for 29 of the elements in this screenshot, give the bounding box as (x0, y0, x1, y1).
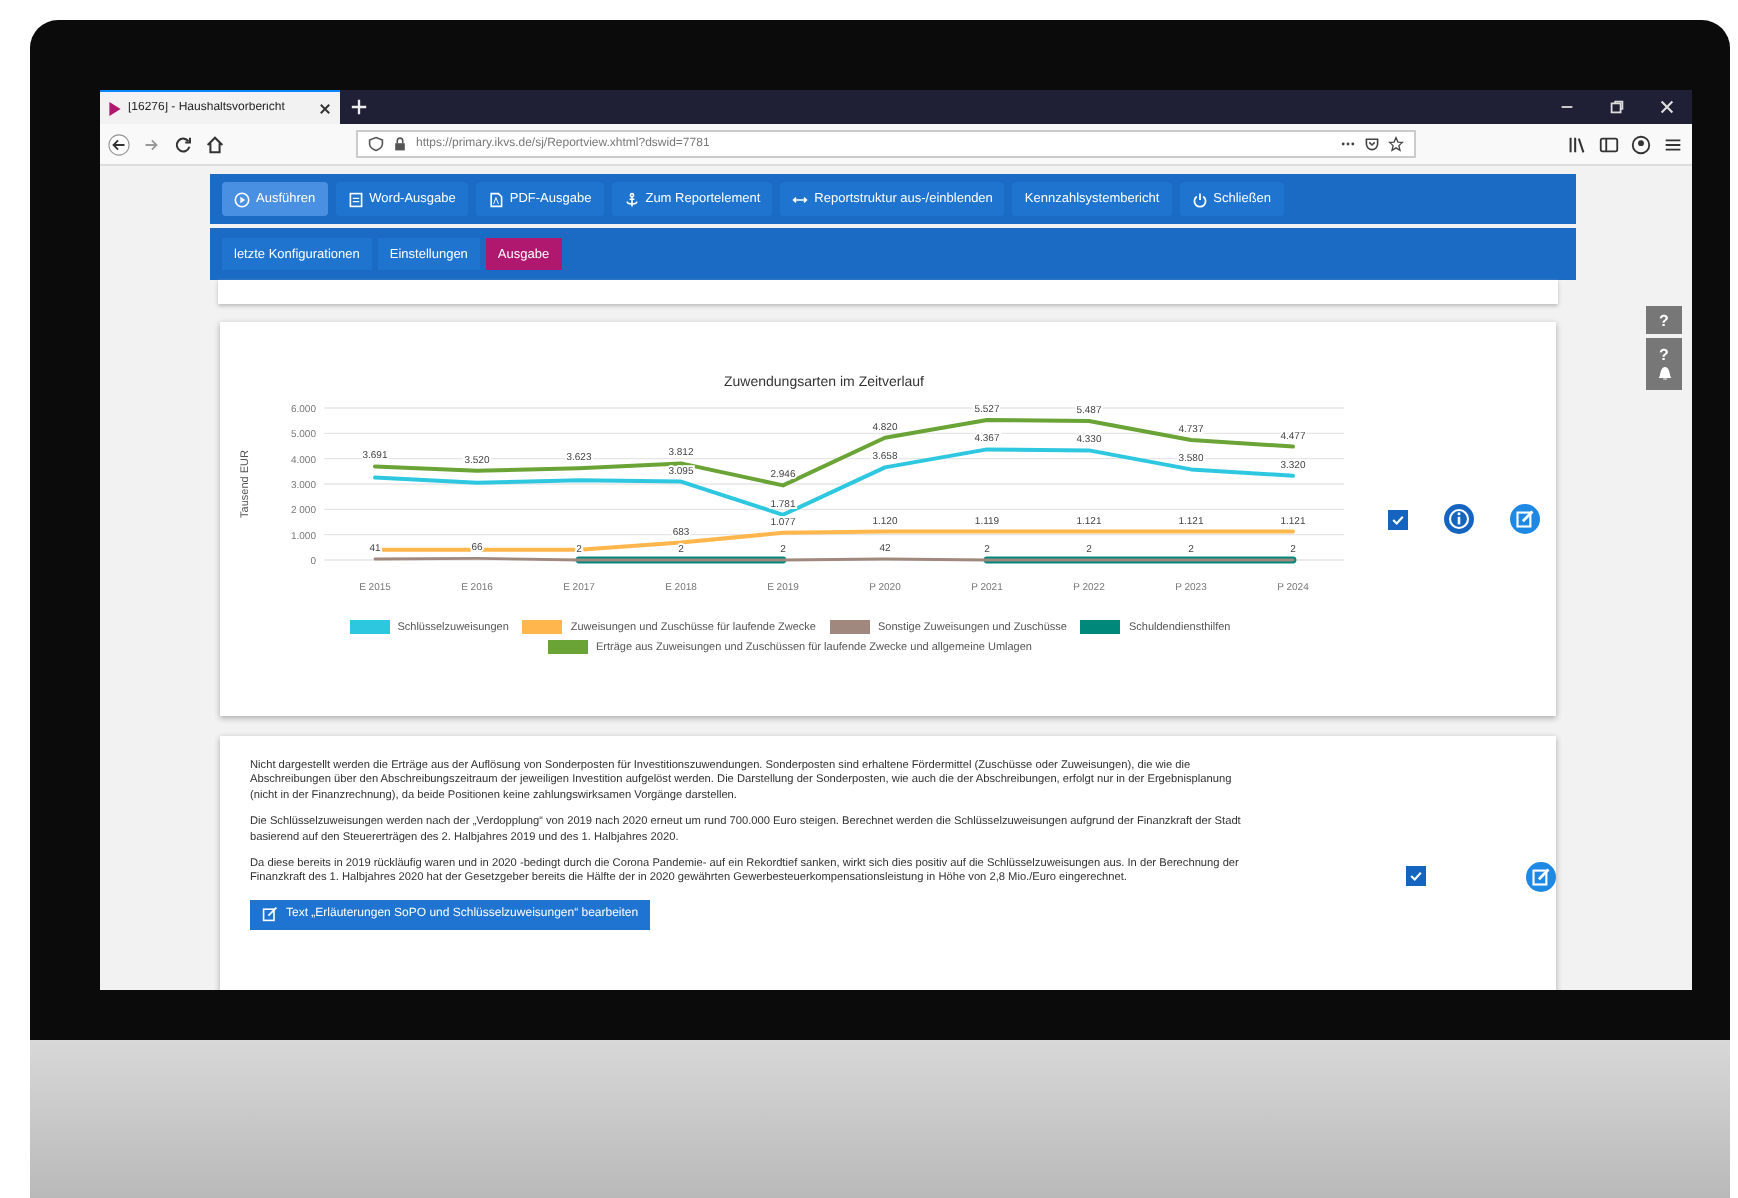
triangle-icon (108, 101, 122, 115)
shield-icon (368, 136, 384, 152)
play-icon (234, 191, 250, 207)
anchor-icon (623, 191, 640, 207)
lock-icon (392, 136, 408, 152)
new-tab-icon[interactable] (350, 98, 368, 116)
edit-icon (262, 906, 278, 923)
close-icon[interactable] (318, 101, 332, 115)
document-icon (347, 191, 364, 207)
help-button[interactable]: ? (1646, 306, 1682, 334)
edit-icon[interactable] (1526, 861, 1556, 891)
account-icon[interactable] (1630, 133, 1652, 155)
double-arrow-icon (792, 191, 809, 207)
reload-icon[interactable] (172, 133, 194, 155)
help-notification-button[interactable]: ? (1646, 338, 1682, 390)
info-icon[interactable] (1444, 504, 1474, 534)
star-icon[interactable] (1388, 136, 1404, 152)
pdf-file-icon (487, 191, 504, 207)
power-icon (1191, 191, 1208, 207)
edit-icon[interactable] (1510, 504, 1540, 534)
checkbox[interactable] (1406, 866, 1426, 886)
restore-icon[interactable] (1608, 98, 1626, 116)
home-icon[interactable] (204, 133, 226, 155)
library-icon[interactable] (1566, 133, 1588, 155)
bell-icon (1655, 364, 1673, 382)
sidebar-icon[interactable] (1598, 133, 1620, 155)
pocket-icon[interactable] (1364, 136, 1380, 152)
checkbox[interactable] (1388, 509, 1408, 529)
back-icon[interactable] (108, 133, 130, 155)
